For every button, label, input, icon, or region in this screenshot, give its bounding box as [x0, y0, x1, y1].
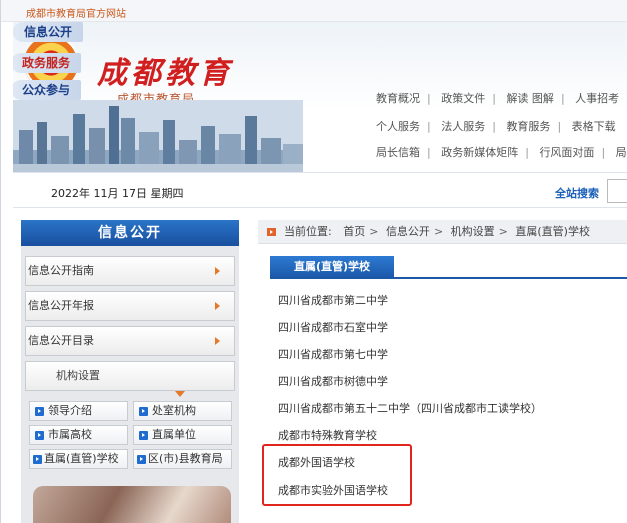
breadcrumb: 当前位置: 首页 > 信息公开 > 机构设置 > 直属(直管)学校 — [258, 220, 627, 244]
grid-btn-label: 领导介绍 — [48, 404, 92, 417]
nav-row-participation: 局长信箱 | 政务新媒体矩阵 | 行风面对面 | 局 — [376, 146, 627, 159]
breadcrumb-prefix: 当前位置: — [284, 225, 332, 238]
nav-link[interactable]: 表格下载 — [572, 120, 616, 133]
grid-btn-universities[interactable]: 市属高校 — [29, 425, 128, 445]
promo-photo[interactable] — [33, 486, 231, 523]
sidebar-item-guide[interactable]: 信息公开指南 — [25, 256, 235, 286]
search-input[interactable] — [607, 179, 627, 203]
nav-link[interactable]: 个人服务 — [376, 120, 420, 133]
location-icon — [267, 228, 276, 236]
breadcrumb-home[interactable]: 首页 — [343, 225, 365, 238]
school-link[interactable]: 四川省成都市树德中学 — [278, 373, 388, 389]
bullet-icon — [139, 431, 148, 440]
chevron-right-icon — [215, 302, 220, 310]
page-frame: 成都市教育局官方网站 成都教育 成都市教育局 信息公开 政务服务 公众参与 教育… — [0, 0, 627, 523]
header-banner: 成都教育 成都市教育局 信息公开 政务服务 公众参与 教育概况 | 政策文件 |… — [13, 22, 627, 172]
grid-btn-label: 直属单位 — [152, 428, 196, 441]
bullet-icon — [35, 431, 44, 440]
grid-btn-district-bureaus[interactable]: 区(市)县教育局 — [133, 449, 232, 469]
sidebar-item-annual-report[interactable]: 信息公开年报 — [25, 291, 235, 321]
nav-row-service: 个人服务 | 法人服务 | 教育服务 | 表格下载 — [376, 120, 616, 133]
tab-gov-service[interactable]: 政务服务 — [13, 53, 81, 73]
chevron-right-icon — [215, 337, 220, 345]
grid-btn-label: 区(市)县教育局 — [148, 452, 223, 465]
breadcrumb-info-public[interactable]: 信息公开 — [386, 225, 430, 238]
nav-link[interactable]: 政策文件 — [441, 92, 485, 105]
nav-link[interactable]: 教育服务 — [506, 120, 550, 133]
sidebar-title: 信息公开 — [21, 220, 239, 246]
tab-info-public[interactable]: 信息公开 — [13, 22, 83, 42]
breadcrumb-current[interactable]: 直属(直管)学校 — [515, 225, 590, 238]
sidebar-item-catalog[interactable]: 信息公开目录 — [25, 326, 235, 356]
section-title: 直属(直管)学校 — [270, 256, 394, 278]
sidebar-item-label: 信息公开指南 — [28, 264, 94, 277]
school-link[interactable]: 成都市特殊教育学校 — [278, 427, 377, 443]
nav-link[interactable]: 教育概况 — [376, 92, 420, 105]
grid-btn-departments[interactable]: 处室机构 — [133, 401, 232, 421]
official-site-link[interactable]: 成都市教育局官方网站 — [26, 5, 126, 20]
nav-row-info: 教育概况| 政策文件| 解读 图解| 人事招考| — [376, 92, 627, 105]
tab-public-participation[interactable]: 公众参与 — [13, 80, 81, 100]
chevron-right-icon — [215, 267, 220, 275]
date-search-bar: 2022年 11月 17日 星期四 全站搜索 — [13, 172, 627, 208]
chevron-down-icon — [175, 391, 185, 397]
section-divider — [270, 277, 627, 279]
brand-title: 成都教育 — [97, 56, 233, 91]
sidebar-item-label: 机构设置 — [56, 369, 100, 382]
breadcrumb-org-setup[interactable]: 机构设置 — [451, 225, 495, 238]
grid-btn-label: 直属(直管)学校 — [44, 452, 119, 465]
nav-link[interactable]: 法人服务 — [441, 120, 485, 133]
bullet-icon — [35, 407, 44, 416]
school-link[interactable]: 四川省成都市第二中学 — [278, 292, 388, 308]
site-search-label[interactable]: 全站搜索 — [555, 185, 599, 201]
school-link[interactable]: 四川省成都市第五十二中学（四川省成都市工读学校） — [278, 400, 542, 416]
main-content: 当前位置: 首页 > 信息公开 > 机构设置 > 直属(直管)学校 直属(直管)学校 … — [258, 220, 627, 523]
nav-link[interactable]: 局 — [616, 146, 627, 159]
bullet-icon — [137, 455, 146, 464]
bullet-icon — [139, 407, 148, 416]
nav-link[interactable]: 政务新媒体矩阵 — [441, 146, 518, 159]
left-sidebar: 信息公开 信息公开指南 信息公开年报 信息公开目录 机构设置 领导介绍 处室机构… — [21, 220, 239, 523]
top-strip: 成都市教育局官方网站 — [1, 0, 627, 22]
school-link[interactable]: 四川省成都市石室中学 — [278, 319, 388, 335]
nav-link[interactable]: 行风面对面 — [539, 146, 594, 159]
sidebar-item-label: 信息公开年报 — [28, 299, 94, 312]
grid-btn-affiliated-units[interactable]: 直属单位 — [133, 425, 232, 445]
nav-link[interactable]: 解读 图解 — [506, 92, 554, 105]
current-date: 2022年 11月 17日 星期四 — [51, 187, 184, 200]
grid-btn-label: 处室机构 — [152, 404, 196, 417]
grid-btn-leaders[interactable]: 领导介绍 — [29, 401, 128, 421]
nav-link[interactable]: 局长信箱 — [376, 146, 420, 159]
city-skyline-image — [13, 100, 303, 172]
highlight-box — [262, 444, 412, 506]
sidebar-item-org-setup[interactable]: 机构设置 — [25, 361, 235, 397]
school-link[interactable]: 四川省成都市第七中学 — [278, 346, 388, 362]
grid-btn-label: 市属高校 — [48, 428, 92, 441]
bullet-icon — [33, 455, 42, 464]
sidebar-item-label: 信息公开目录 — [28, 334, 94, 347]
grid-btn-direct-schools[interactable]: 直属(直管)学校 — [29, 449, 128, 469]
nav-link[interactable]: 人事招考 — [575, 92, 619, 105]
